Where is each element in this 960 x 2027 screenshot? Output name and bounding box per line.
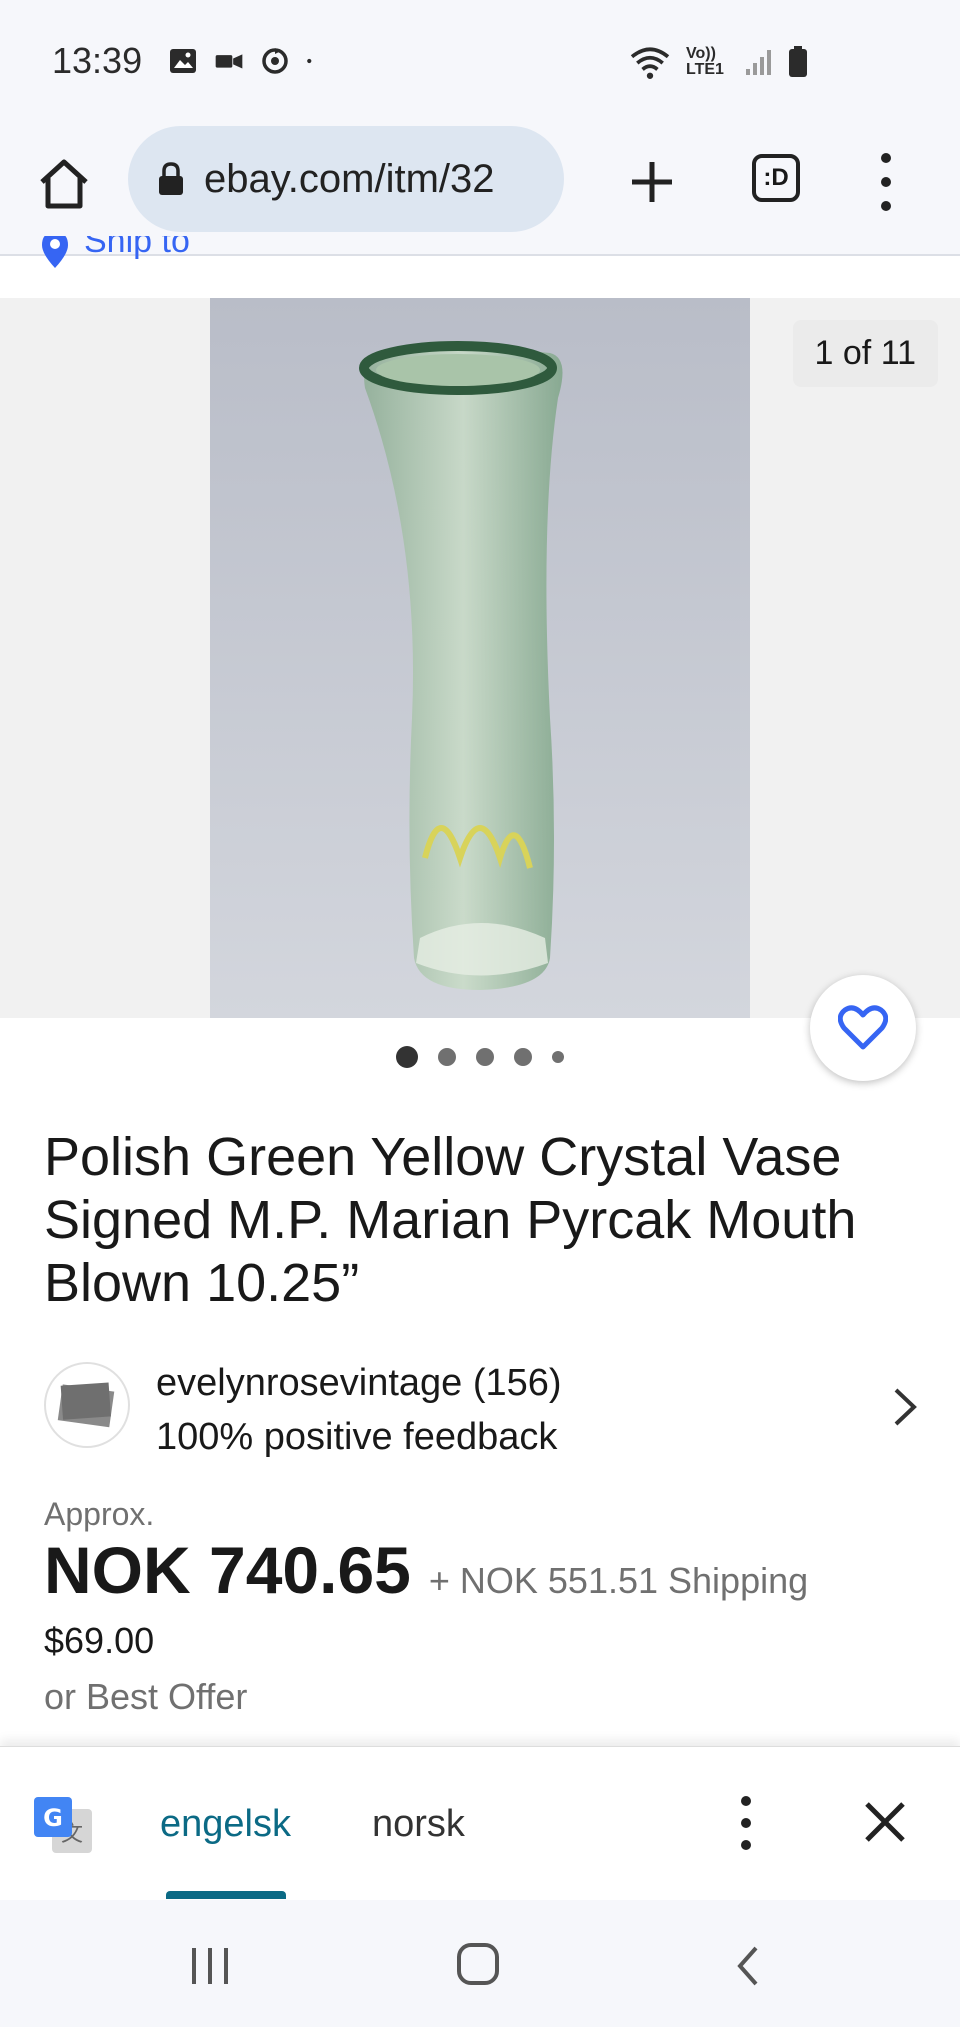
active-tab-indicator bbox=[166, 1891, 286, 1899]
watch-button[interactable] bbox=[810, 975, 916, 1081]
pagination-dot[interactable] bbox=[552, 1051, 564, 1063]
url-bar[interactable]: ebay.com/itm/32 bbox=[128, 126, 564, 232]
nav-home-icon[interactable] bbox=[456, 1942, 500, 1986]
chevron-right-icon[interactable] bbox=[884, 1382, 924, 1432]
system-nav-bar bbox=[0, 1900, 960, 2027]
notification-icons bbox=[168, 46, 320, 76]
ship-to-label: Ship to bbox=[84, 236, 190, 260]
seller-info[interactable]: evelynrosevintage (156) 100% positive fe… bbox=[44, 1362, 924, 1462]
recent-apps-icon[interactable] bbox=[188, 1946, 232, 1986]
system-icons: Vo)) LTE1 bbox=[628, 44, 808, 80]
tab-switcher-button[interactable]: :D bbox=[752, 154, 800, 202]
gallery-pagination-dots bbox=[396, 1046, 564, 1068]
status-time: 13:39 bbox=[52, 40, 143, 81]
volte-icon: Vo)) LTE1 bbox=[686, 45, 724, 78]
original-price: $69.00 bbox=[44, 1620, 155, 1661]
lock-icon bbox=[159, 162, 183, 195]
image-gallery[interactable]: 1 of 11 bbox=[0, 298, 960, 1018]
pagination-dot[interactable] bbox=[514, 1048, 532, 1066]
heart-icon bbox=[838, 1005, 888, 1050]
seller-avatar bbox=[44, 1362, 130, 1448]
signal-icon bbox=[746, 50, 771, 75]
price: NOK 740.65 bbox=[44, 1533, 411, 1607]
location-pin-icon bbox=[42, 236, 68, 268]
tab-source-language[interactable]: engelsk bbox=[160, 1803, 291, 1846]
status-bar: 13:39 Vo)) LTE1 bbox=[0, 0, 960, 120]
vase-photo[interactable] bbox=[210, 298, 750, 1018]
battery-icon bbox=[789, 46, 807, 77]
url-text[interactable]: ebay.com/itm/32 bbox=[204, 157, 544, 202]
price-row: NOK 740.65 + NOK 551.51 Shipping bbox=[44, 1532, 808, 1608]
seller-name[interactable]: evelynrosevintage (156) bbox=[156, 1362, 562, 1405]
shipping-cost: + NOK 551.51 Shipping bbox=[428, 1560, 809, 1601]
approx-label: Approx. bbox=[44, 1496, 155, 1532]
translate-bar: 文G engelsk norsk bbox=[0, 1746, 960, 1901]
dot-icon bbox=[307, 58, 312, 64]
more-menu-icon[interactable] bbox=[872, 150, 900, 214]
tab-target-language[interactable]: norsk bbox=[372, 1803, 465, 1846]
wifi-icon bbox=[630, 47, 670, 79]
listing-title: Polish Green Yellow Crystal Vase Signed … bbox=[44, 1127, 857, 1313]
new-tab-icon[interactable] bbox=[624, 154, 680, 210]
close-icon[interactable] bbox=[862, 1799, 908, 1845]
back-icon[interactable] bbox=[736, 1944, 760, 1988]
image-counter: 1 of 11 bbox=[792, 320, 938, 387]
pagination-dot[interactable] bbox=[476, 1048, 494, 1066]
ship-to-link[interactable]: Ship to bbox=[36, 236, 436, 276]
svg-text:G: G bbox=[43, 1804, 63, 1832]
gallery-icon bbox=[170, 49, 196, 73]
pagination-dot[interactable] bbox=[438, 1048, 456, 1066]
home-icon[interactable] bbox=[36, 156, 92, 212]
video-icon bbox=[215, 54, 243, 69]
translate-menu-icon[interactable] bbox=[734, 1793, 758, 1853]
sync-icon bbox=[262, 48, 288, 74]
google-translate-icon: 文G bbox=[34, 1797, 92, 1853]
pagination-dot-active[interactable] bbox=[396, 1046, 418, 1068]
best-offer-label: or Best Offer bbox=[44, 1676, 248, 1717]
seller-feedback: 100% positive feedback bbox=[156, 1416, 558, 1458]
